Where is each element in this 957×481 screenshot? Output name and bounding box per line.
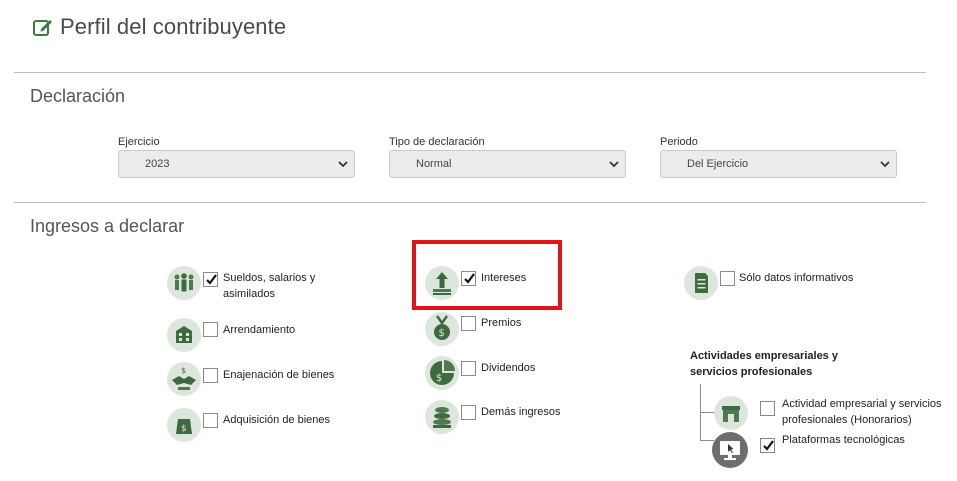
sueldos-label: Sueldos, salarios y asimilados [223, 272, 316, 300]
handshake-icon: $ [167, 362, 201, 396]
coins-stack-icon [425, 400, 459, 434]
honorarios-checkbox[interactable] [760, 401, 775, 416]
money-bag-icon: $ [167, 408, 201, 442]
tipo-declaracion-value: Normal [416, 158, 452, 170]
ejercicio-select[interactable]: 2023 [118, 150, 355, 178]
intereses-checkbox[interactable] [461, 271, 476, 286]
premios-checkbox[interactable] [461, 316, 476, 331]
medal-dollar-icon: $ [425, 312, 459, 346]
page-title: Perfil del contribuyente [60, 14, 287, 39]
enajenacion-label: Enajenación de bienes [223, 369, 335, 381]
periodo-value: Del Ejercicio [687, 158, 749, 170]
edit-icon [32, 16, 54, 38]
arrendamiento-label: Arrendamiento [223, 324, 296, 336]
periodo-select[interactable]: Del Ejercicio [660, 150, 897, 178]
checkmark-icon [763, 440, 774, 451]
divider [14, 72, 926, 73]
informativos-checkbox[interactable] [720, 271, 735, 286]
divider [14, 202, 926, 203]
informativos-label: Sólo datos informativos [739, 272, 854, 284]
checkmark-icon [206, 274, 217, 285]
chevron-down-icon [338, 161, 348, 168]
section-title-declaracion: Declaración [30, 86, 126, 106]
enajenacion-checkbox[interactable] [203, 368, 218, 383]
arrendamiento-checkbox[interactable] [203, 322, 218, 337]
tipo-declaracion-label: Tipo de declaración [389, 136, 485, 148]
ejercicio-value: 2023 [145, 158, 170, 170]
monitor-cursor-icon [712, 432, 748, 468]
svg-text:$: $ [439, 328, 445, 339]
money-growth-icon [425, 266, 459, 300]
demas-ingresos-label: Demás ingresos [481, 406, 561, 418]
dividendos-checkbox[interactable] [461, 361, 476, 376]
chevron-down-icon [880, 161, 890, 168]
adquisicion-checkbox[interactable] [203, 413, 218, 428]
dividendos-label: Dividendos [481, 362, 536, 374]
document-icon [684, 266, 718, 300]
pie-dollar-icon: $ [425, 356, 459, 390]
adquisicion-label: Adquisición de bienes [223, 414, 331, 426]
periodo-label: Periodo [660, 136, 698, 148]
people-group-icon [167, 266, 201, 300]
building-icon [167, 318, 201, 352]
checkmark-icon [464, 273, 475, 284]
tipo-declaracion-select[interactable]: Normal [389, 150, 626, 178]
svg-text:$: $ [436, 373, 442, 384]
sueldos-checkbox[interactable] [203, 272, 218, 287]
svg-text:$: $ [181, 366, 186, 375]
storefront-icon [714, 396, 748, 430]
honorarios-label: Actividad empresarial y servicios profes… [782, 398, 942, 426]
svg-text:$: $ [181, 424, 187, 434]
actividades-group-title: Actividades empresariales y servicios pr… [690, 350, 838, 378]
premios-label: Premios [481, 317, 522, 329]
demas-ingresos-checkbox[interactable] [461, 405, 476, 420]
ejercicio-label: Ejercicio [118, 136, 160, 148]
section-title-ingresos: Ingresos a declarar [30, 216, 185, 236]
plataformas-checkbox[interactable] [760, 438, 775, 453]
plataformas-label: Plataformas tecnológicas [782, 434, 905, 446]
chevron-down-icon [609, 161, 619, 168]
intereses-label: Intereses [481, 272, 527, 284]
